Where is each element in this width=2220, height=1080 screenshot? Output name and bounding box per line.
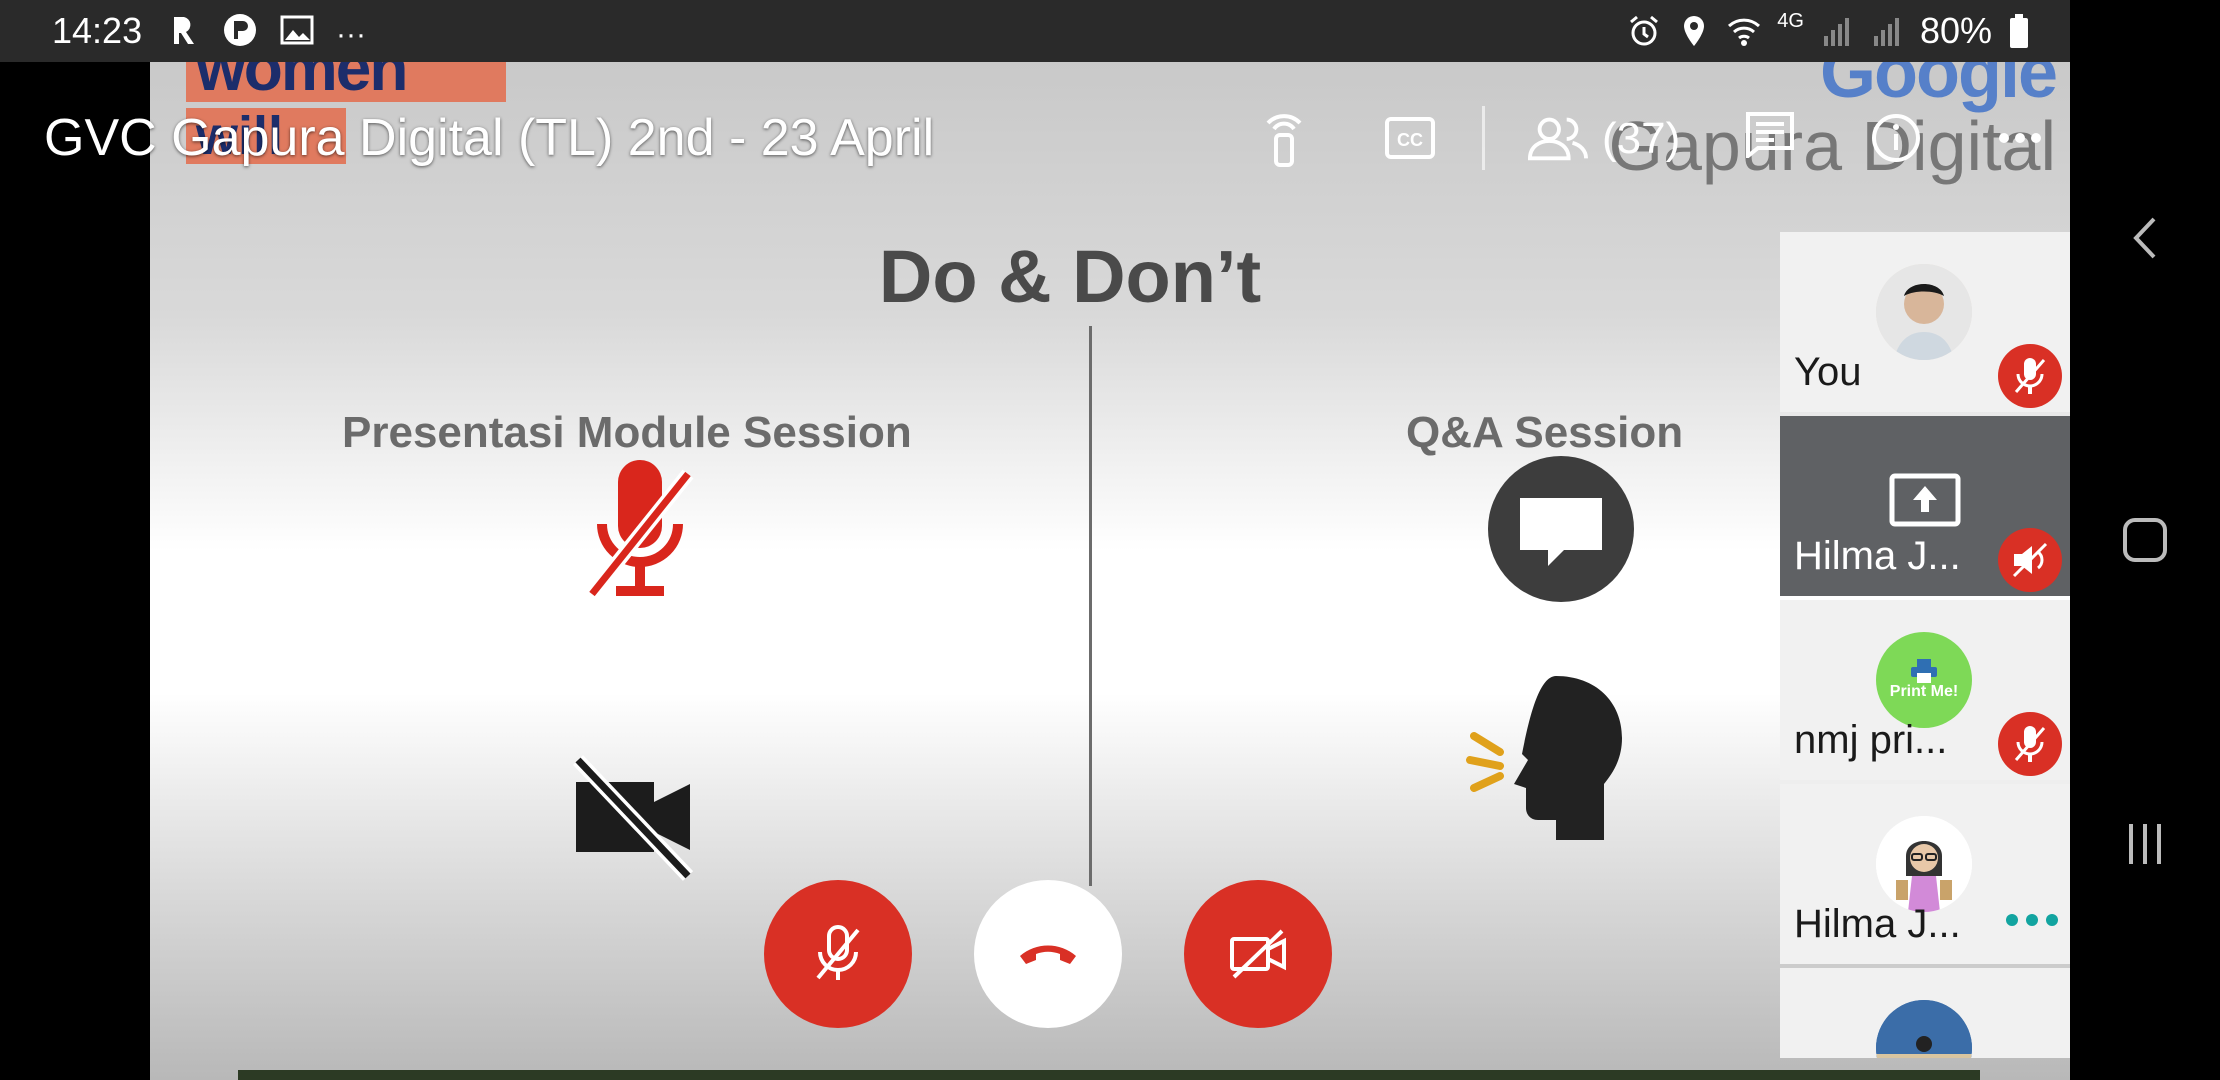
video-off-icon bbox=[1230, 929, 1286, 979]
present-screen-icon bbox=[1889, 473, 1961, 527]
gallery-icon bbox=[280, 15, 314, 54]
end-call-button[interactable] bbox=[974, 880, 1122, 1028]
speaking-head-icon bbox=[1466, 676, 1622, 840]
left-column-heading: Presentasi Module Session bbox=[342, 408, 912, 457]
closed-captions-icon: CC bbox=[1385, 117, 1435, 159]
location-icon bbox=[1684, 16, 1705, 46]
avatar-text: Print Me! bbox=[1889, 683, 1959, 700]
mic-off-icon bbox=[816, 925, 860, 980]
camera-toggle-button[interactable] bbox=[1184, 880, 1332, 1028]
status-time: 14:23 bbox=[52, 10, 143, 51]
recent-apps-button[interactable] bbox=[2115, 814, 2175, 874]
more-notifications-icon: ··· bbox=[336, 17, 366, 51]
battery-icon bbox=[2010, 14, 2028, 48]
home-icon bbox=[2123, 518, 2167, 562]
participant-tile[interactable]: Hilma J... bbox=[1780, 784, 2072, 964]
participant-tile[interactable]: You bbox=[1780, 232, 2072, 412]
wifi-icon bbox=[1728, 18, 1761, 46]
muted-indicator bbox=[1998, 344, 2062, 408]
navigation-bar bbox=[2070, 0, 2220, 1080]
avatar bbox=[1876, 1000, 1972, 1058]
more-options-button[interactable] bbox=[1990, 108, 2050, 168]
participant-name: Hilma J... bbox=[1794, 902, 1961, 946]
audio-muted-indicator bbox=[1998, 528, 2062, 592]
captions-button[interactable]: CC bbox=[1380, 108, 1440, 168]
signal-icon bbox=[1823, 18, 1849, 46]
slide-divider bbox=[1089, 326, 1092, 886]
system-icons: 4G 80% bbox=[1627, 10, 2030, 52]
avatar: Print Me! bbox=[1876, 632, 1972, 728]
participant-tile[interactable]: Hilma J... bbox=[1780, 416, 2072, 596]
microphone-toggle-button[interactable] bbox=[764, 880, 912, 1028]
notification-icons: ··· bbox=[170, 12, 366, 57]
cast-button[interactable] bbox=[1254, 108, 1314, 168]
slide-title: Do & Don’t bbox=[878, 235, 1262, 318]
recent-apps-icon bbox=[2129, 824, 2161, 864]
mic-off-icon bbox=[2014, 358, 2046, 394]
participant-panel[interactable]: You Hilma J... Print Me! nmj pri... Hilm… bbox=[1780, 232, 2072, 1058]
svg-text:CC: CC bbox=[1397, 130, 1423, 150]
participant-tile[interactable]: Print Me! nmj pri... bbox=[1780, 600, 2072, 780]
avatar bbox=[1876, 264, 1972, 360]
network-type-label: 4G bbox=[1777, 10, 1804, 32]
toolbar-separator bbox=[1482, 106, 1485, 170]
battery-percentage: 80% bbox=[1919, 10, 1992, 51]
speaking-indicator bbox=[2006, 914, 2058, 926]
camera-off-icon bbox=[572, 755, 694, 881]
meeting-title: GVC Gapura Digital (TL) 2nd - 23 April bbox=[44, 109, 935, 167]
participant-name: nmj pri... bbox=[1794, 718, 1948, 762]
avatar bbox=[1876, 816, 1972, 912]
back-button[interactable] bbox=[2115, 208, 2175, 268]
participant-tile[interactable] bbox=[1780, 968, 2072, 1058]
printer-icon bbox=[1911, 659, 1937, 683]
alarm-icon bbox=[1630, 15, 1659, 46]
home-button[interactable] bbox=[2115, 510, 2175, 570]
more-horizontal-icon bbox=[1999, 133, 2041, 143]
participant-count[interactable]: (37) bbox=[1602, 114, 1680, 164]
p-app-icon bbox=[222, 12, 258, 57]
chat-icon bbox=[1746, 112, 1794, 158]
r-app-icon bbox=[170, 13, 200, 56]
right-column-heading: Q&A Session bbox=[1406, 408, 1684, 457]
screen-share-indicator bbox=[1888, 472, 1962, 537]
volume-off-icon bbox=[2012, 542, 2048, 578]
participant-name: You bbox=[1794, 350, 1862, 394]
mic-off-icon bbox=[2014, 726, 2046, 762]
people-icon bbox=[1528, 117, 1588, 161]
chevron-left-icon bbox=[2133, 217, 2156, 259]
chat-button[interactable] bbox=[1740, 104, 1800, 164]
signal-icon-2 bbox=[1873, 18, 1899, 46]
participants-button[interactable] bbox=[1528, 108, 1588, 168]
hang-up-icon bbox=[1020, 945, 1076, 964]
remote-icon bbox=[1266, 114, 1302, 167]
muted-indicator bbox=[1998, 712, 2062, 776]
info-icon bbox=[1872, 114, 1920, 162]
status-bar: 14:23 ··· 4G 80% bbox=[0, 0, 2070, 62]
mic-off-icon bbox=[586, 460, 694, 599]
bottom-strip bbox=[238, 1070, 1980, 1080]
participant-name: Hilma J... bbox=[1794, 534, 1961, 578]
chat-bubble-icon bbox=[1488, 456, 1634, 602]
info-button[interactable] bbox=[1866, 108, 1926, 168]
